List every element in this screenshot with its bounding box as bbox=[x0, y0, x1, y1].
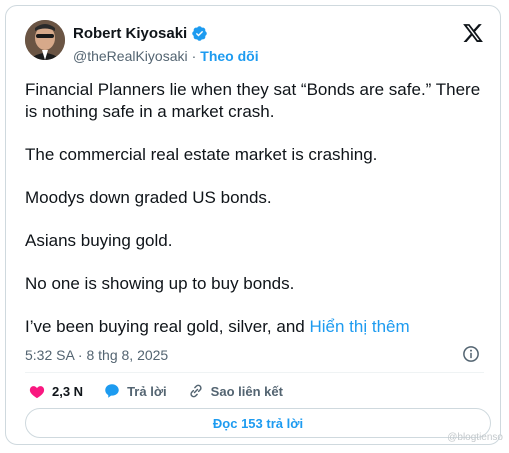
tweet-paragraph-text: I’ve been buying real gold, silver, and bbox=[25, 317, 305, 336]
separator-dot: · bbox=[191, 48, 197, 64]
avatar[interactable] bbox=[25, 20, 65, 60]
tweet-paragraph-last: I’ve been buying real gold, silver, and … bbox=[25, 316, 485, 338]
follow-button[interactable]: Theo dõi bbox=[200, 48, 258, 64]
author-name[interactable]: Robert Kiyosaki bbox=[73, 25, 187, 42]
reply-bubble-icon bbox=[105, 384, 119, 398]
author-handle[interactable]: @theRealKiyosaki bbox=[73, 48, 188, 64]
like-count: 2,3 N bbox=[52, 383, 84, 399]
tweet-paragraph: No one is showing up to buy bonds. bbox=[25, 274, 295, 293]
link-icon bbox=[190, 384, 202, 398]
action-bar: 2,3 N Trả lời Sao liên kết bbox=[28, 382, 303, 400]
reply-button[interactable]: Trả lời bbox=[103, 382, 167, 400]
show-more-link[interactable]: Hiển thị thêm bbox=[309, 317, 409, 336]
copy-link-label: Sao liên kết bbox=[210, 383, 283, 399]
heart-icon bbox=[29, 386, 45, 399]
copy-link-button[interactable]: Sao liên kết bbox=[187, 382, 283, 400]
tweet-paragraph: The commercial real estate market is cra… bbox=[25, 145, 378, 164]
tweet-paragraph: Asians buying gold. bbox=[25, 231, 173, 250]
author-name-row: Robert Kiyosaki bbox=[73, 25, 208, 42]
tweet-card: Robert Kiyosaki @theRealKiyosaki · Theo … bbox=[5, 5, 501, 445]
tweet-paragraph: Moodys down graded US bonds. bbox=[25, 188, 272, 207]
like-button[interactable]: 2,3 N bbox=[28, 382, 83, 400]
x-logo-icon[interactable] bbox=[462, 22, 484, 44]
reply-label: Trả lời bbox=[127, 383, 167, 399]
read-replies-button[interactable]: Đọc 153 trả lời bbox=[25, 408, 491, 438]
verified-badge-icon bbox=[191, 25, 208, 42]
watermark-text: @blogtienso bbox=[447, 432, 503, 443]
info-icon[interactable] bbox=[462, 345, 480, 363]
author-handle-row: @theRealKiyosaki · Theo dõi bbox=[73, 48, 259, 64]
tweet-paragraph: Financial Planners lie when they sat “Bo… bbox=[25, 80, 481, 121]
divider bbox=[25, 372, 484, 373]
tweet-text: Financial Planners lie when they sat “Bo… bbox=[25, 79, 485, 338]
watermark: @blogtienso bbox=[447, 432, 503, 443]
tweet-timestamp[interactable]: 5:32 SA · 8 thg 8, 2025 bbox=[25, 347, 168, 363]
